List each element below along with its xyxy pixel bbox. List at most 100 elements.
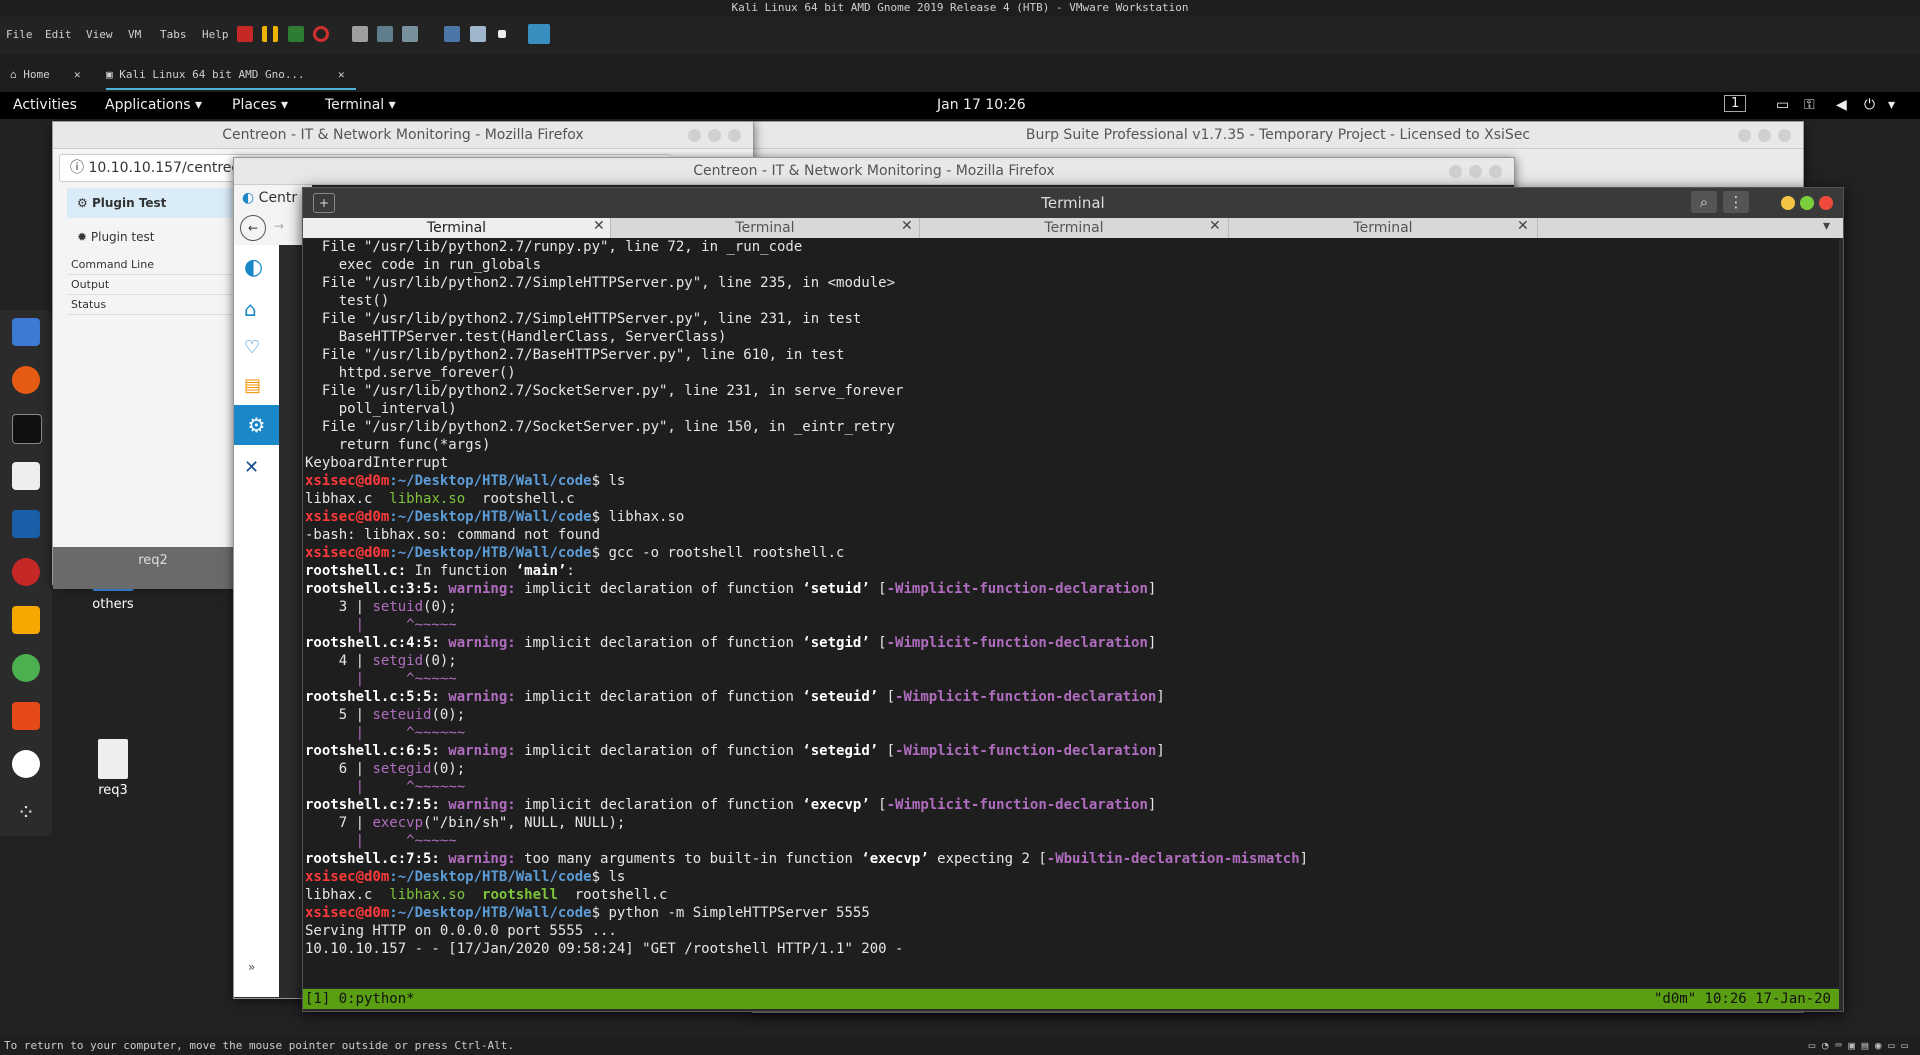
code-line: 3 | setuid(0); (305, 599, 457, 615)
thumbnail-bar-icon[interactable] (470, 26, 486, 42)
administration-icon[interactable]: ✕ (244, 457, 259, 478)
output-line: File "/usr/lib/python2.7/SimpleHTTPServe… (305, 311, 862, 327)
key-icon[interactable]: ⚿ (1804, 97, 1815, 113)
menu-tabs[interactable]: Tabs (160, 28, 187, 41)
menu-vm[interactable]: VM (128, 28, 141, 41)
chrome-icon[interactable] (12, 654, 40, 682)
menu-help[interactable]: Help (202, 28, 229, 41)
close-icon[interactable]: ✕ (901, 218, 913, 234)
maximize-icon[interactable] (1800, 196, 1814, 210)
terminal-app-menu[interactable]: Terminal ▾ (325, 97, 396, 113)
chevron-down-icon[interactable]: ▾ (1823, 218, 1830, 234)
tab-kali-vm[interactable]: ▣ Kali Linux 64 bit AMD Gno... ✕ (106, 62, 356, 90)
terminal-icon[interactable] (12, 414, 42, 444)
output-line: BaseHTTPServer.test(HandlerClass, Server… (305, 329, 727, 345)
close-icon[interactable] (1778, 129, 1791, 142)
plugin-test-subtitle: ✹ Plugin test (77, 230, 155, 244)
play-icon[interactable] (288, 26, 304, 42)
search-icon[interactable]: ⌕ (1691, 191, 1717, 213)
prompt-line: xsisec@d0m:~/Desktop/HTB/Wall/code$ gcc … (305, 545, 845, 561)
forward-arrow-icon[interactable]: → (274, 219, 284, 233)
expand-icon[interactable]: » (248, 960, 255, 974)
caret-line: | ^~~~~~ (305, 617, 457, 633)
tab-terminal-2[interactable]: Terminal (611, 218, 920, 238)
tab-terminal-4[interactable]: Terminal (1229, 218, 1538, 238)
document-icon (98, 739, 128, 779)
device-status-icons[interactable]: ▭ ◔ ⌨ ▣ ▤ ◉ ▭ ▭ (1809, 1036, 1908, 1055)
nav-bar: ← → (234, 211, 304, 245)
maximize-icon[interactable] (1469, 165, 1482, 178)
unity-icon[interactable] (528, 24, 550, 44)
settings-icon[interactable] (12, 750, 40, 778)
tab-terminal-3[interactable]: Terminal (920, 218, 1229, 238)
snapshot-manager-icon[interactable] (402, 26, 418, 42)
applications-menu[interactable]: Applications ▾ (105, 97, 202, 113)
output-line: File "/usr/lib/python2.7/runpy.py", line… (305, 239, 803, 255)
field-status: Status (67, 295, 247, 315)
desktop-icon-req2[interactable]: req2 (53, 547, 253, 589)
output-line: Serving HTTP on 0.0.0.0 port 5555 ... (305, 923, 617, 939)
snapshot-icon[interactable] (352, 26, 368, 42)
places-menu[interactable]: Places ▾ (232, 97, 288, 113)
close-icon[interactable] (728, 129, 741, 142)
cherrytree-icon[interactable] (12, 558, 40, 586)
maximize-icon[interactable] (1758, 129, 1771, 142)
power-off-icon[interactable] (237, 26, 253, 42)
output-line: rootshell.c: In function ‘main’: (305, 563, 575, 579)
firefox-tab[interactable]: ◐ Centr (234, 185, 312, 211)
clock[interactable]: Jan 17 10:26 (937, 97, 1026, 113)
info-icon: ⓘ (70, 160, 89, 176)
close-icon[interactable]: ✕ (338, 62, 345, 88)
menu-view[interactable]: View (86, 28, 113, 41)
minimize-icon[interactable] (688, 129, 701, 142)
reset-icon[interactable] (313, 26, 329, 42)
centreon-logo-icon: ◐ (242, 190, 259, 206)
tab-terminal-1[interactable]: Terminal (303, 218, 611, 238)
menu-file[interactable]: File (6, 28, 33, 41)
close-icon[interactable]: ✕ (1209, 218, 1221, 234)
terminal-window: + Terminal ⌕ ⋮ Terminal ✕ Terminal ✕ Ter… (302, 187, 1844, 1012)
menu-edit[interactable]: Edit (45, 28, 72, 41)
menu-icon[interactable]: ⋮ (1723, 191, 1749, 213)
workspace-indicator[interactable]: 1 (1724, 95, 1747, 112)
burp-icon[interactable] (12, 702, 40, 730)
maximize-icon[interactable] (708, 129, 721, 142)
revert-snapshot-icon[interactable] (377, 26, 393, 42)
chevron-down-icon[interactable]: ▾ (1888, 97, 1895, 113)
minimize-icon[interactable] (1738, 129, 1751, 142)
app-grid-icon[interactable]: ⁘ (12, 800, 40, 828)
code-line: 5 | seteuid(0); (305, 707, 466, 723)
activities-button[interactable]: Activities (13, 97, 77, 113)
output-line: exec code in run_globals (305, 257, 542, 273)
close-icon[interactable]: ✕ (1517, 218, 1529, 234)
power-icon[interactable]: ⏻ (1864, 97, 1875, 113)
terminal-output[interactable]: File "/usr/lib/python2.7/runpy.py", line… (303, 238, 1839, 988)
close-icon[interactable]: ✕ (593, 218, 605, 234)
reporting-icon[interactable]: ▤ (244, 375, 261, 396)
editor-icon[interactable] (12, 462, 40, 490)
fullscreen-icon[interactable] (498, 30, 506, 38)
monitoring-icon[interactable]: ♡ (244, 337, 260, 358)
back-arrow-icon[interactable]: ← (240, 215, 266, 241)
volume-icon[interactable]: ◀ (1836, 97, 1847, 113)
tab-home[interactable]: ⌂ Home ✕ (10, 62, 100, 88)
minimize-icon[interactable] (1449, 165, 1462, 178)
maltego-icon[interactable] (12, 606, 40, 634)
desktop-icon-req3[interactable]: req3 (73, 739, 153, 798)
show-library-icon[interactable] (444, 26, 460, 42)
pause-icon[interactable] (262, 26, 278, 42)
configuration-icon[interactable]: ⚙ (234, 405, 279, 445)
vmware-title-bar: Kali Linux 64 bit AMD Gnome 2019 Release… (0, 0, 1920, 16)
firefox-icon[interactable] (12, 366, 40, 394)
centreon-sidebar: ◐ ⌂ ♡ ▤ ⚙ ✕ » (234, 245, 279, 997)
close-icon[interactable] (1819, 196, 1833, 210)
close-icon[interactable] (1489, 165, 1502, 178)
new-tab-icon[interactable]: + (313, 193, 335, 213)
output-line: File "/usr/lib/python2.7/SocketServer.py… (305, 419, 896, 435)
close-icon[interactable]: ✕ (74, 62, 81, 88)
minimize-icon[interactable] (1781, 196, 1795, 210)
home-icon[interactable]: ⌂ (244, 297, 257, 321)
metasploit-icon[interactable] (12, 510, 40, 538)
screen-icon[interactable]: ▭ (1776, 97, 1789, 113)
files-icon[interactable] (12, 318, 40, 346)
